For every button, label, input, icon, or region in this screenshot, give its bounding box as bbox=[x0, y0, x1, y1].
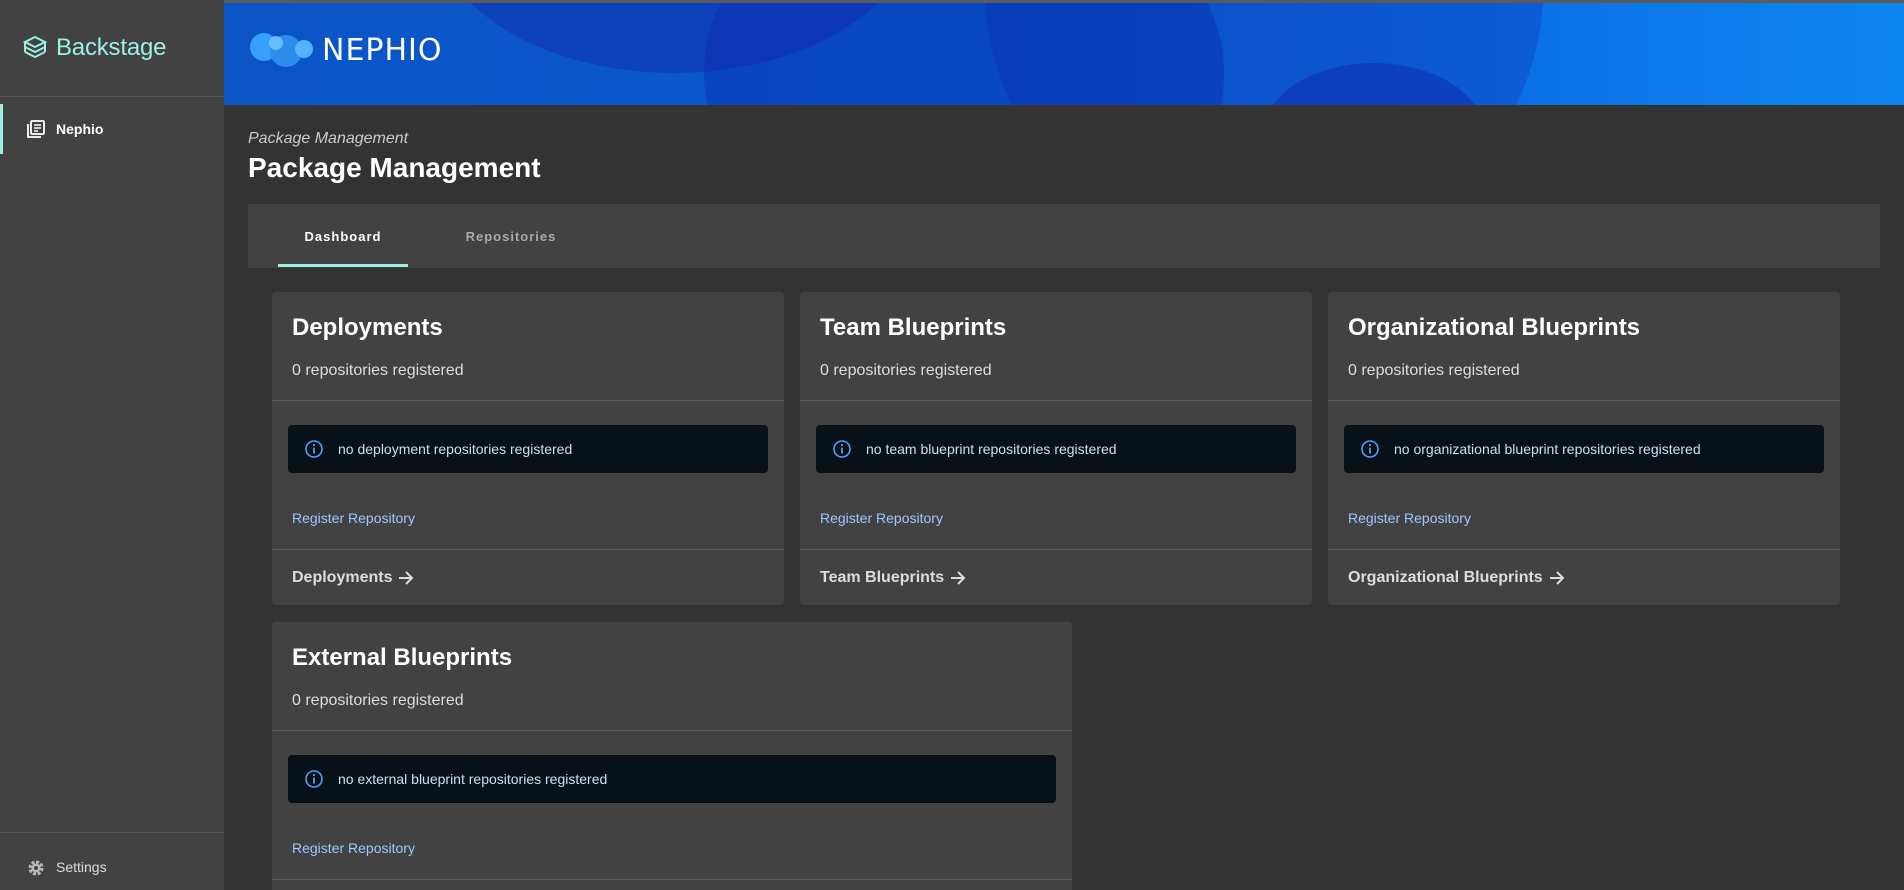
tab-label: Repositories bbox=[465, 228, 557, 244]
repository-count: 0 repositories registered bbox=[1348, 362, 1520, 379]
deployments-link[interactable]: Deployments bbox=[292, 568, 416, 588]
card-title: External Blueprints bbox=[292, 644, 513, 671]
footer-link-label: Team Blueprints bbox=[820, 569, 945, 586]
sidebar: Backstage Nephio Settings bbox=[0, 0, 224, 890]
sidebar-item-settings[interactable]: Settings bbox=[0, 840, 224, 890]
tab-label: Dashboard bbox=[304, 228, 382, 244]
external-blueprints-card: External Blueprints 0 repositories regis… bbox=[272, 622, 1072, 890]
info-alert: no external blueprint repositories regis… bbox=[288, 755, 1056, 803]
card-divider bbox=[272, 400, 784, 401]
page-subtitle: Package Management bbox=[248, 130, 409, 147]
info-icon bbox=[1361, 440, 1379, 458]
info-alert: no organizational blueprint repositories… bbox=[1344, 425, 1824, 473]
team-blueprints-link[interactable]: Team Blueprints bbox=[820, 568, 968, 588]
nephio-logo-text: NEPHIO bbox=[322, 32, 443, 68]
repository-count: 0 repositories registered bbox=[820, 362, 992, 379]
footer-link-label: Organizational Blueprints bbox=[1348, 569, 1543, 586]
tab-dashboard[interactable]: Dashboard bbox=[278, 204, 408, 268]
card-title: Organizational Blueprints bbox=[1348, 314, 1641, 341]
backstage-logo-icon bbox=[22, 35, 48, 59]
library-icon bbox=[27, 120, 45, 138]
info-icon bbox=[305, 440, 323, 458]
register-repository-link[interactable]: Register Repository bbox=[292, 510, 415, 526]
card-divider bbox=[1328, 549, 1840, 550]
arrow-right-icon bbox=[1549, 571, 1565, 585]
arrow-right-icon bbox=[399, 571, 414, 585]
organizational-blueprints-link[interactable]: Organizational Blueprints bbox=[1348, 568, 1567, 588]
sidebar-item-nephio[interactable]: Nephio bbox=[0, 104, 224, 154]
card-divider bbox=[800, 400, 1312, 401]
tab-bar: Dashboard Repositories bbox=[248, 204, 1880, 268]
sidebar-divider bbox=[0, 832, 224, 833]
register-repository-link[interactable]: Register Repository bbox=[292, 840, 415, 856]
organizational-blueprints-card: Organizational Blueprints 0 repositories… bbox=[1328, 292, 1840, 605]
info-icon bbox=[305, 770, 323, 788]
nephio-logo: NEPHIO bbox=[248, 27, 443, 73]
sidebar-item-label: Settings bbox=[56, 859, 107, 875]
brand-name: Backstage bbox=[56, 34, 167, 61]
brand[interactable]: Backstage bbox=[22, 34, 166, 62]
card-divider bbox=[272, 730, 1072, 731]
info-icon bbox=[833, 440, 851, 458]
page-title: Package Management bbox=[248, 152, 541, 183]
active-indicator bbox=[0, 104, 3, 154]
tab-repositories[interactable]: Repositories bbox=[446, 204, 576, 268]
gear-icon bbox=[28, 860, 44, 876]
alert-message: no external blueprint repositories regis… bbox=[338, 771, 608, 787]
alert-message: no team blueprint repositories registere… bbox=[866, 441, 1117, 457]
info-alert: no deployment repositories registered bbox=[288, 425, 768, 473]
sidebar-divider bbox=[0, 96, 224, 97]
team-blueprints-card: Team Blueprints 0 repositories registere… bbox=[800, 292, 1312, 605]
register-repository-link[interactable]: Register Repository bbox=[1348, 510, 1471, 526]
card-divider bbox=[272, 879, 1072, 880]
nephio-logo-icon bbox=[250, 33, 313, 67]
header-banner: NEPHIO bbox=[224, 3, 1904, 105]
info-alert: no team blueprint repositories registere… bbox=[816, 425, 1296, 473]
card-divider bbox=[800, 549, 1312, 550]
sidebar-item-label: Nephio bbox=[56, 121, 104, 137]
card-divider bbox=[1328, 400, 1840, 401]
alert-message: no deployment repositories registered bbox=[338, 441, 573, 457]
register-repository-link[interactable]: Register Repository bbox=[820, 510, 943, 526]
deployments-card: Deployments 0 repositories registered no… bbox=[272, 292, 784, 605]
card-title: Deployments bbox=[292, 314, 443, 341]
footer-link-label: Deployments bbox=[292, 569, 393, 586]
card-title: Team Blueprints bbox=[820, 314, 1007, 341]
repository-count: 0 repositories registered bbox=[292, 362, 464, 379]
repository-count: 0 repositories registered bbox=[292, 692, 464, 709]
active-tab-indicator bbox=[278, 264, 408, 267]
alert-message: no organizational blueprint repositories… bbox=[1394, 441, 1701, 457]
arrow-right-icon bbox=[951, 571, 966, 585]
card-divider bbox=[272, 549, 784, 550]
